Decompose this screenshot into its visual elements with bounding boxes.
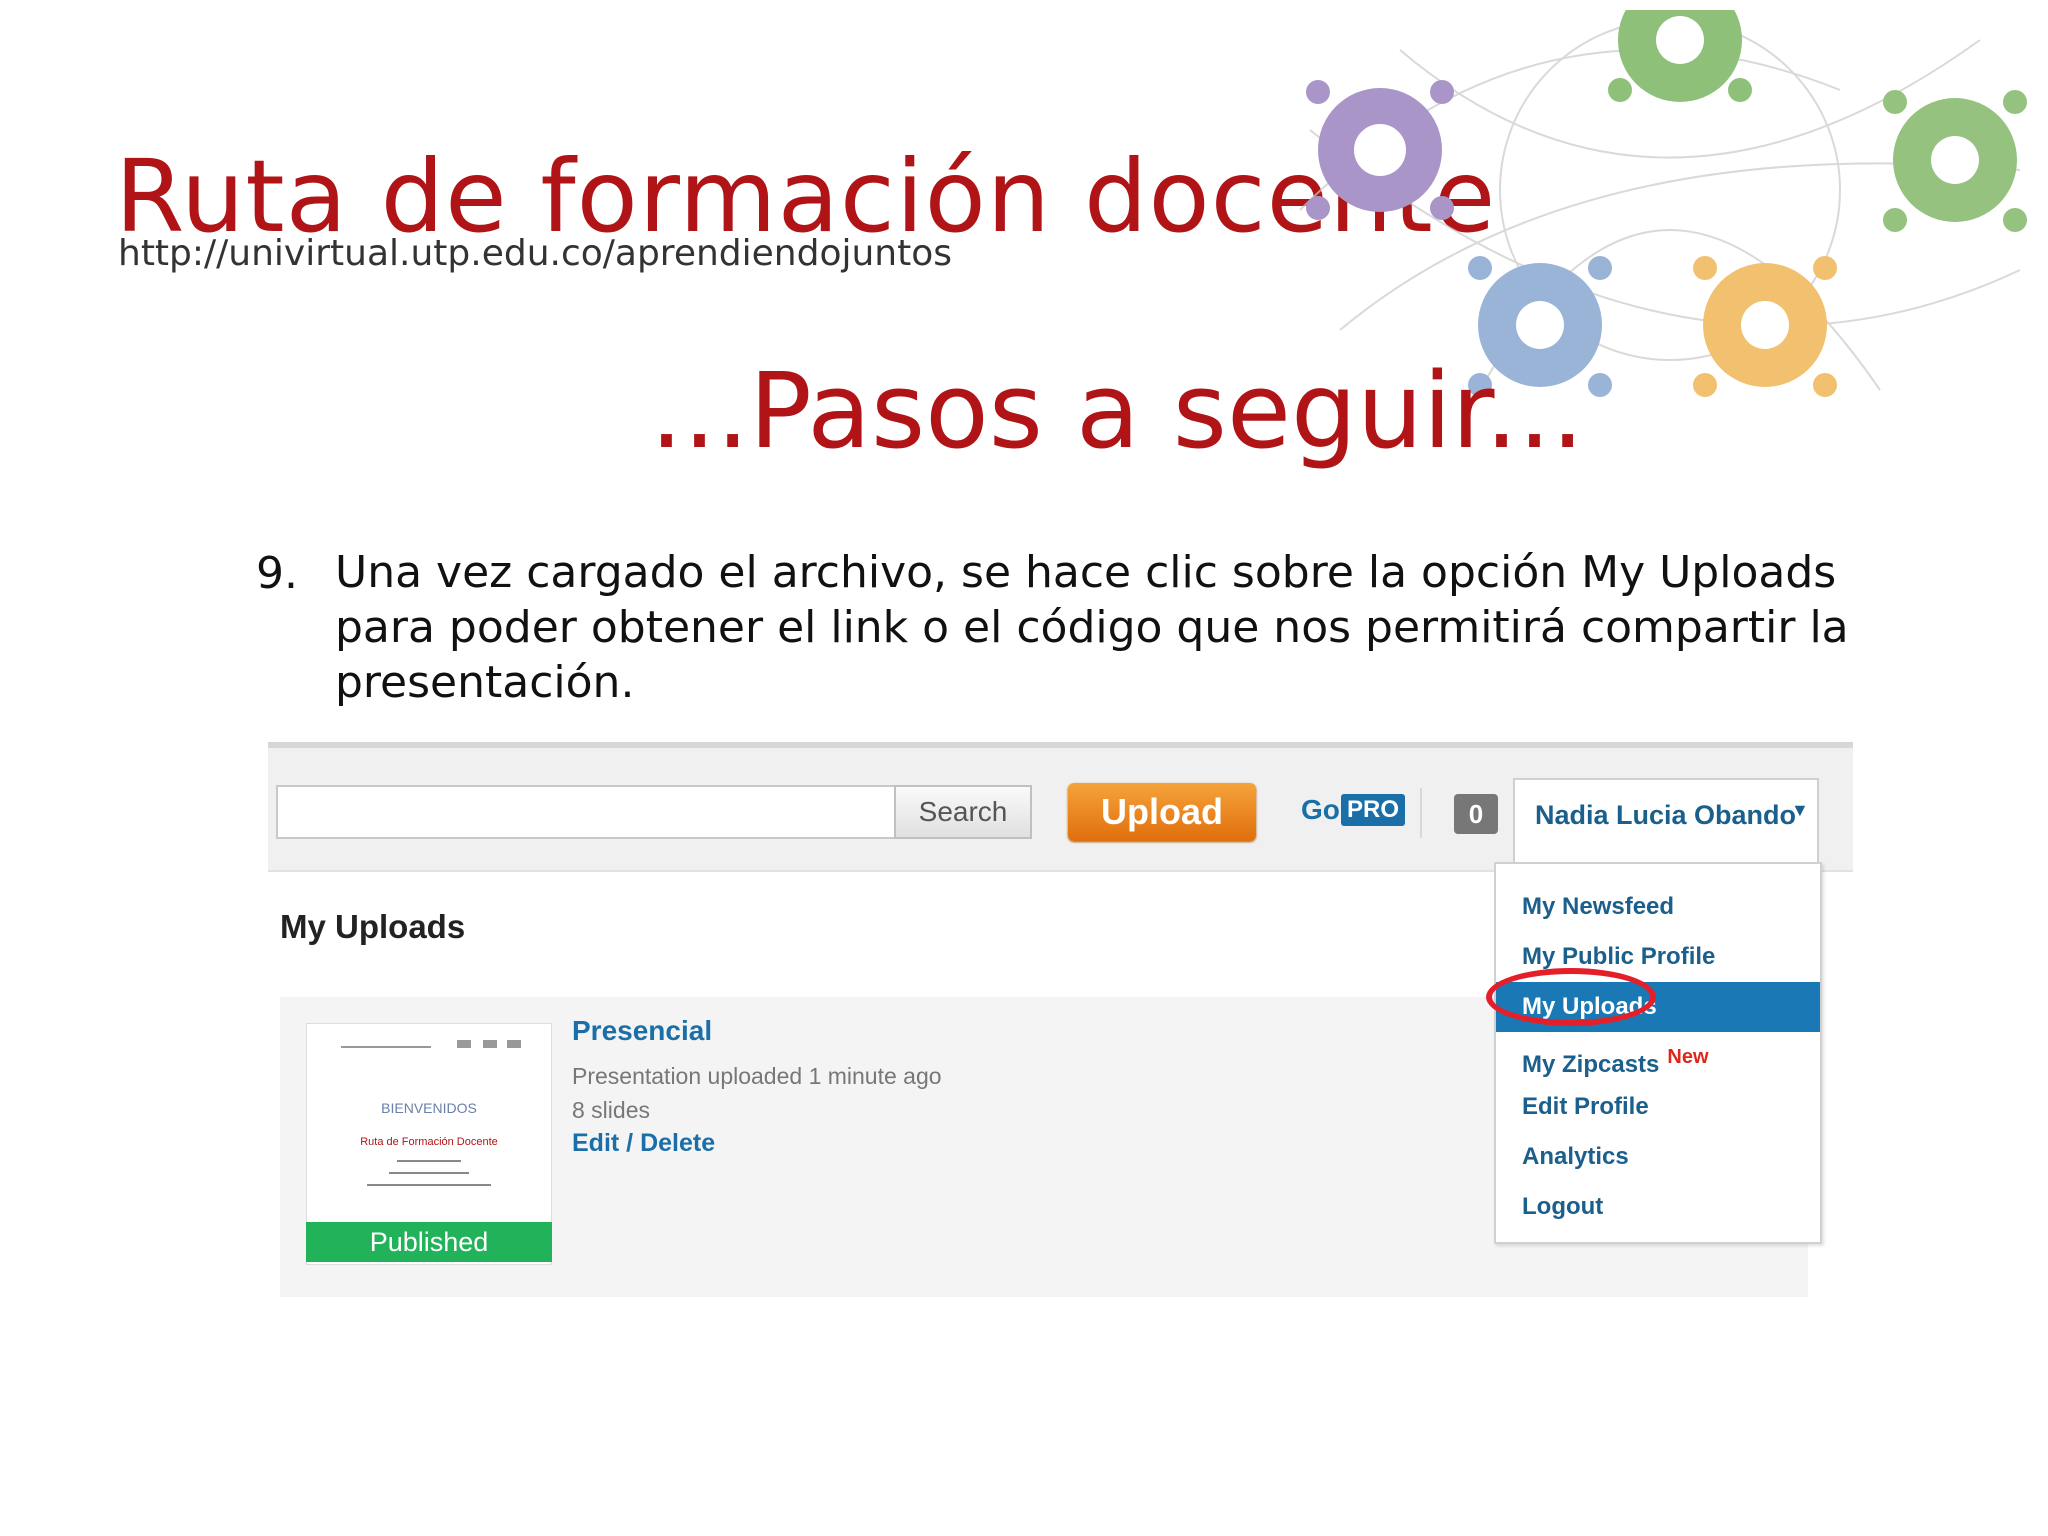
thumbnail-line [397, 1160, 461, 1162]
go-pro-link[interactable]: Go [1301, 794, 1340, 826]
menu-item-zipcasts[interactable]: My Zipcasts New [1496, 1032, 1820, 1082]
presentation-meta: Presentation uploaded 1 minute ago [572, 1063, 942, 1089]
top-toolbar: Search Upload Go PRO 0 Nadia Lucia Oband… [268, 742, 1853, 872]
menu-item-logout[interactable]: Logout [1496, 1182, 1820, 1232]
thumbnail-welcome: BIENVENIDOS [381, 1100, 477, 1116]
user-menu-toggle[interactable]: Nadia Lucia Obando ▼ [1513, 778, 1819, 870]
page-heading: My Uploads [280, 908, 466, 945]
action-separator: / [619, 1129, 641, 1157]
figure-purple-icon [1306, 80, 1454, 220]
upload-button[interactable]: Upload [1068, 783, 1256, 841]
thumbnail-line [389, 1172, 469, 1174]
pro-badge[interactable]: PRO [1341, 794, 1406, 826]
delete-link[interactable]: Delete [640, 1129, 715, 1157]
item-actions: Edit / Delete [572, 1129, 715, 1158]
figure-green-top-icon [1608, 10, 1752, 102]
slide-title: ...Pasos a seguir... [650, 350, 1585, 472]
thumbnail-mark [457, 1040, 471, 1048]
menu-item-edit-profile[interactable]: Edit Profile [1496, 1082, 1820, 1132]
notification-count-badge[interactable]: 0 [1454, 794, 1498, 834]
slide-count: 8 slides [572, 1097, 650, 1123]
thumbnail-title: Ruta de Formación Docente [360, 1136, 498, 1148]
presentation-title-link[interactable]: Presencial [572, 1015, 712, 1047]
user-dropdown-menu: My Newsfeed My Public Profile My Uploads… [1494, 862, 1822, 1244]
figure-green-right-icon [1883, 90, 2027, 232]
edit-link[interactable]: Edit [572, 1129, 619, 1157]
status-badge: Published [306, 1222, 552, 1262]
step-number: 9. [256, 548, 298, 599]
thumbnail-mark [507, 1040, 521, 1048]
search-button[interactable]: Search [894, 785, 1032, 839]
slideshare-screenshot: Search Upload Go PRO 0 Nadia Lucia Oband… [268, 742, 1853, 1302]
highlight-ring [1486, 968, 1656, 1026]
thumbnail-line [341, 1046, 431, 1048]
user-name: Nadia Lucia Obando [1535, 800, 1797, 830]
menu-item-analytics[interactable]: Analytics [1496, 1132, 1820, 1182]
menu-item-newsfeed[interactable]: My Newsfeed [1496, 882, 1820, 932]
menu-item-zipcasts-label: My Zipcasts [1522, 1051, 1660, 1078]
search-input[interactable] [276, 785, 896, 839]
new-badge: New [1667, 1046, 1709, 1068]
caret-down-icon: ▼ [1791, 800, 1809, 820]
header-url: http://univirtual.utp.edu.co/aprendiendo… [118, 233, 953, 274]
step-text: Una vez cargado el archivo, se hace clic… [335, 547, 1849, 708]
toolbar-divider [1420, 788, 1422, 838]
thumbnail-line [367, 1184, 491, 1186]
thumbnail-mark [483, 1040, 497, 1048]
